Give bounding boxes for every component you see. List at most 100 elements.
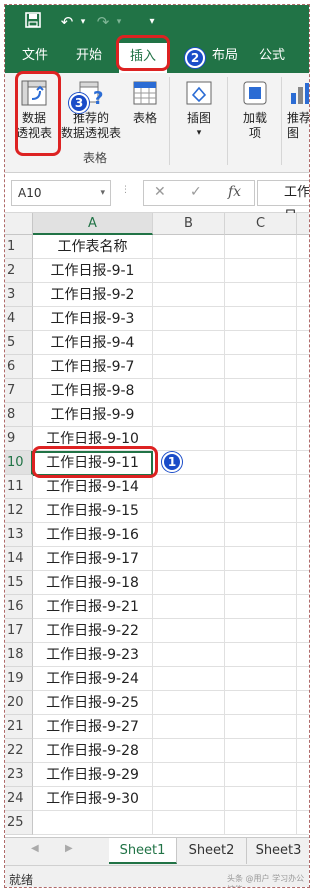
cell-d[interactable] bbox=[297, 547, 309, 571]
save-icon[interactable] bbox=[23, 12, 43, 32]
cell-c[interactable] bbox=[225, 307, 297, 331]
cell-c[interactable] bbox=[225, 235, 297, 259]
recommended-pivot-table-button[interactable]: ? 推荐的 数据透视表 bbox=[57, 79, 125, 141]
row-header[interactable]: 6 bbox=[5, 355, 33, 379]
row-header[interactable]: 7 bbox=[5, 379, 33, 403]
name-box-dropdown-icon[interactable]: ▾ bbox=[100, 181, 105, 205]
table-button[interactable]: 表格 bbox=[127, 79, 163, 126]
row-header[interactable]: 5 bbox=[5, 331, 33, 355]
row-header[interactable]: 13 bbox=[5, 523, 33, 547]
cell-b[interactable] bbox=[153, 379, 225, 403]
cell-d[interactable] bbox=[297, 475, 309, 499]
cell-c[interactable] bbox=[225, 499, 297, 523]
cell-a[interactable]: 工作日报-9-30 bbox=[33, 787, 153, 811]
formula-input[interactable]: 工作日 bbox=[257, 180, 309, 224]
cell-a[interactable]: 工作日报-9-2 bbox=[33, 283, 153, 307]
add-ins-button[interactable]: 加载 项 bbox=[233, 79, 277, 141]
cell-a[interactable]: 工作日报-9-22 bbox=[33, 619, 153, 643]
row-header[interactable]: 25 bbox=[5, 811, 33, 835]
redo-icon[interactable]: ↷ bbox=[93, 12, 113, 32]
confirm-entry-icon[interactable]: ✓ bbox=[190, 184, 202, 200]
sheet-next-icon[interactable]: ▶ bbox=[65, 843, 73, 854]
select-all-corner[interactable] bbox=[5, 213, 33, 235]
cell-a[interactable] bbox=[33, 811, 153, 835]
cell-b[interactable] bbox=[153, 619, 225, 643]
row-header[interactable]: 15 bbox=[5, 571, 33, 595]
row-header[interactable]: 3 bbox=[5, 283, 33, 307]
recommended-charts-button[interactable]: 推荐 图 bbox=[287, 79, 309, 141]
redo-dropdown-icon[interactable]: ▾ bbox=[113, 12, 125, 32]
row-header[interactable]: 19 bbox=[5, 667, 33, 691]
row-header[interactable]: 24 bbox=[5, 787, 33, 811]
cell-b[interactable] bbox=[153, 595, 225, 619]
cell-c[interactable] bbox=[225, 763, 297, 787]
cell-c[interactable] bbox=[225, 259, 297, 283]
cell-c[interactable] bbox=[225, 547, 297, 571]
cell-c[interactable] bbox=[225, 355, 297, 379]
cell-b[interactable] bbox=[153, 235, 225, 259]
cell-c[interactable] bbox=[225, 427, 297, 451]
row-header[interactable]: 12 bbox=[5, 499, 33, 523]
cell-a[interactable]: 工作日报-9-8 bbox=[33, 379, 153, 403]
cell-c[interactable] bbox=[225, 667, 297, 691]
cell-b[interactable] bbox=[153, 331, 225, 355]
cell-d[interactable] bbox=[297, 403, 309, 427]
row-header[interactable]: 17 bbox=[5, 619, 33, 643]
cell-d[interactable] bbox=[297, 259, 309, 283]
customize-quick-access-icon[interactable]: ▾ bbox=[145, 12, 159, 32]
row-header[interactable]: 20 bbox=[5, 691, 33, 715]
cell-d[interactable] bbox=[297, 643, 309, 667]
cell-a[interactable]: 工作日报-9-27 bbox=[33, 715, 153, 739]
cell-a[interactable]: 工作日报-9-25 bbox=[33, 691, 153, 715]
cell-b[interactable] bbox=[153, 307, 225, 331]
row-header[interactable]: 23 bbox=[5, 763, 33, 787]
cell-d[interactable] bbox=[297, 451, 309, 475]
cell-d[interactable] bbox=[297, 571, 309, 595]
cell-a[interactable]: 工作日报-9-1 bbox=[33, 259, 153, 283]
cell-d[interactable] bbox=[297, 763, 309, 787]
cell-d[interactable] bbox=[297, 619, 309, 643]
undo-dropdown-icon[interactable]: ▾ bbox=[77, 12, 89, 32]
cell-a[interactable]: 工作日报-9-15 bbox=[33, 499, 153, 523]
cell-a[interactable]: 工作日报-9-21 bbox=[33, 595, 153, 619]
cell-c[interactable] bbox=[225, 739, 297, 763]
cell-c[interactable] bbox=[225, 379, 297, 403]
row-header[interactable]: 10 bbox=[5, 451, 33, 475]
cell-b[interactable] bbox=[153, 547, 225, 571]
cell-d[interactable] bbox=[297, 691, 309, 715]
cell-d[interactable] bbox=[297, 235, 309, 259]
cell-c[interactable] bbox=[225, 619, 297, 643]
tab-formulas[interactable]: 公式 bbox=[249, 39, 295, 73]
cell-b[interactable] bbox=[153, 691, 225, 715]
cell-d[interactable] bbox=[297, 787, 309, 811]
row-header[interactable]: 1 bbox=[5, 235, 33, 259]
cell-b[interactable] bbox=[153, 523, 225, 547]
cell-a[interactable]: 工作日报-9-23 bbox=[33, 643, 153, 667]
cell-b[interactable] bbox=[153, 739, 225, 763]
cell-a[interactable]: 工作日报-9-28 bbox=[33, 739, 153, 763]
cell-a[interactable]: 工作日报-9-7 bbox=[33, 355, 153, 379]
row-header[interactable]: 22 bbox=[5, 739, 33, 763]
name-box[interactable]: A10 ▾ bbox=[11, 180, 111, 206]
cell-d[interactable] bbox=[297, 739, 309, 763]
tab-home[interactable]: 开始 bbox=[67, 39, 111, 73]
cell-d[interactable] bbox=[297, 667, 309, 691]
cell-a[interactable]: 工作日报-9-4 bbox=[33, 331, 153, 355]
row-header[interactable]: 14 bbox=[5, 547, 33, 571]
cell-c[interactable] bbox=[225, 475, 297, 499]
column-header-a[interactable]: A bbox=[33, 213, 153, 235]
cell-b[interactable] bbox=[153, 403, 225, 427]
illustrations-button[interactable]: 插图 ▾ bbox=[177, 79, 221, 141]
cell-b[interactable] bbox=[153, 499, 225, 523]
cell-c[interactable] bbox=[225, 691, 297, 715]
cell-d[interactable] bbox=[297, 715, 309, 739]
cell-c[interactable] bbox=[225, 811, 297, 835]
undo-icon[interactable]: ↶ bbox=[57, 12, 77, 32]
sheet-tab-sheet1[interactable]: Sheet1 bbox=[109, 838, 177, 864]
cell-a[interactable]: 工作日报-9-3 bbox=[33, 307, 153, 331]
column-header-d[interactable] bbox=[297, 213, 309, 235]
cell-c[interactable] bbox=[225, 523, 297, 547]
cell-d[interactable] bbox=[297, 595, 309, 619]
row-header[interactable]: 11 bbox=[5, 475, 33, 499]
cell-d[interactable] bbox=[297, 331, 309, 355]
